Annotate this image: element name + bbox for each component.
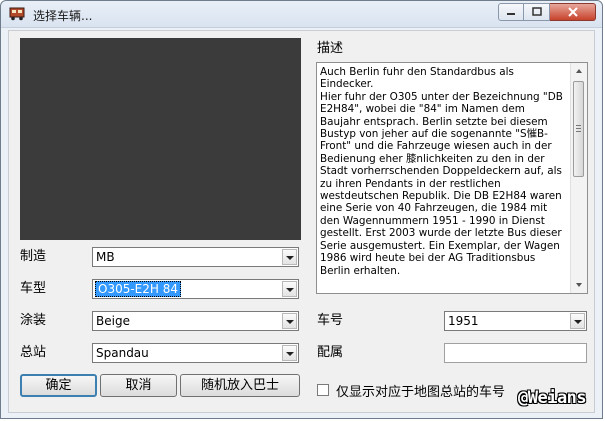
close-button[interactable] [550,3,596,21]
fleet-number-value: 1951 [448,314,479,328]
cancel-button[interactable]: 取消 [100,374,177,397]
title-bar[interactable]: 选择车辆... [1,1,602,28]
description-scrollbar[interactable] [570,63,587,293]
scroll-down-icon[interactable] [571,277,587,293]
close-icon [567,7,578,17]
minimize-button[interactable] [498,3,524,21]
assigned-input[interactable] [444,343,587,363]
description-textbox[interactable]: Auch Berlin fuhr den Standardbus als Ein… [316,62,588,294]
chevron-down-icon[interactable] [282,281,297,297]
model-label: 车型 [20,281,47,296]
fleet-number-select[interactable]: 1951 [444,311,587,331]
maximize-button[interactable] [524,3,550,21]
window-controls [498,3,596,21]
bus-app-icon [9,7,25,21]
chevron-down-icon[interactable] [282,345,297,361]
vehicle-preview [20,38,301,240]
description-text: Auch Berlin fuhr den Standardbus als Ein… [320,66,563,277]
model-value: O305-E2H 84 [95,281,182,297]
assigned-label: 配属 [317,345,344,360]
depot-label: 总站 [20,345,47,360]
manufacturer-value: MB [96,250,115,264]
livery-label: 涂装 [20,313,47,328]
ok-button[interactable]: 确定 [20,374,97,397]
chevron-down-icon[interactable] [570,313,585,329]
model-select[interactable]: O305-E2H 84 [92,279,299,299]
livery-select[interactable]: Beige [92,311,299,331]
minimize-icon [507,13,515,15]
description-label: 描述 [317,41,344,56]
window-title: 选择车辆... [33,9,93,23]
scrollbar-thumb[interactable] [573,81,584,177]
manufacturer-label: 制造 [20,249,47,264]
fleet-number-label: 车号 [317,313,344,328]
livery-value: Beige [96,314,130,328]
manufacturer-select[interactable]: MB [92,247,299,267]
maximize-icon [531,7,542,16]
chevron-down-icon[interactable] [282,313,297,329]
random-bus-button[interactable]: 随机放入巴士 [180,374,300,397]
depot-value: Spandau [96,346,149,360]
chevron-down-icon[interactable] [282,249,297,265]
map-depot-filter-checkbox[interactable] [317,384,329,396]
scroll-up-icon[interactable] [571,63,587,79]
depot-select[interactable]: Spandau [92,343,299,363]
watermark: @Weians [518,388,587,408]
map-depot-filter-label: 仅显示对应于地图总站的车号 [336,385,506,400]
